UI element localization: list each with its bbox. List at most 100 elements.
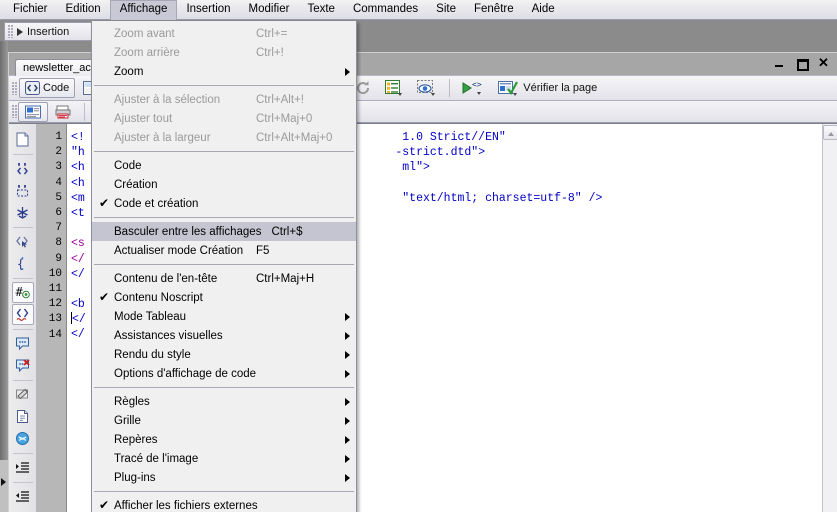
open-documents-icon[interactable] <box>12 129 34 150</box>
balance-braces-icon[interactable]: { } <box>12 253 34 274</box>
wrap-tag-icon[interactable] <box>12 384 34 405</box>
code-token: "h <box>71 146 85 160</box>
menu-item-label: Grille <box>114 414 141 427</box>
submenu-arrow-icon <box>345 332 350 340</box>
menu-item-zoom[interactable]: Zoom <box>92 62 356 81</box>
insert-bar[interactable]: Insertion <box>4 22 104 41</box>
menu-insertion[interactable]: Insertion <box>177 0 239 19</box>
menu-fichier[interactable]: Fichier <box>4 0 57 19</box>
highlight-invalid-code-icon[interactable] <box>11 304 34 325</box>
menu-item-actualiser-mode-creation[interactable]: Actualiser mode Création F5 <box>92 241 356 260</box>
indent-code-icon[interactable] <box>12 457 34 478</box>
vertical-scrollbar[interactable] <box>822 124 837 512</box>
check-page-button[interactable]: Vérifier la page <box>492 78 603 98</box>
coding-toolbar-separator <box>12 227 33 228</box>
code-token: 1.0 Strict//EN" <box>402 131 506 144</box>
submenu-arrow-icon <box>345 68 350 76</box>
collapse-full-tag-icon[interactable] <box>12 158 34 179</box>
menu-aide[interactable]: Aide <box>523 0 564 19</box>
move-to-css-icon[interactable] <box>12 428 34 449</box>
menu-item-code-et-creation[interactable]: ✔ Code et création <box>92 194 356 213</box>
submenu-arrow-icon <box>345 370 350 378</box>
menu-item-rendu-du-style[interactable]: Rendu du style <box>92 345 356 364</box>
line-number: 3 <box>55 161 62 174</box>
print-code-button[interactable] <box>49 102 79 122</box>
line-number-gutter: 1 2 3 4 5 6 7 8 9 10 11 12 13 14 <box>37 124 67 512</box>
line-number: 5 <box>55 191 62 204</box>
document-tab[interactable]: newsletter_act <box>15 59 101 76</box>
menu-item-options-daffichage-de-code[interactable]: Options d'affichage de code <box>92 364 356 383</box>
expand-all-icon[interactable] <box>12 202 34 223</box>
maximize-icon[interactable] <box>795 56 809 71</box>
menu-item-label: Ajuster tout <box>114 112 173 125</box>
menu-item-trace-de-limage[interactable]: Tracé de l'image <box>92 449 356 468</box>
select-parent-tag-icon[interactable] <box>12 231 34 252</box>
menu-item-plug-ins[interactable]: Plug-ins <box>92 468 356 487</box>
line-number: 8 <box>55 237 62 250</box>
menu-item-creation[interactable]: Création <box>92 175 356 194</box>
menu-item-assistances-visuelles[interactable]: Assistances visuelles <box>92 326 356 345</box>
coding-toolbar-separator <box>12 380 33 381</box>
panel-expand-arrow-icon[interactable] <box>1 478 6 486</box>
menu-commandes[interactable]: Commandes <box>344 0 427 19</box>
outdent-code-icon[interactable] <box>12 486 34 507</box>
menu-item-shortcut: Ctrl+Maj+0 <box>256 112 313 125</box>
code-token: -strict.dtd"> <box>395 146 486 160</box>
svg-text:{ }: { } <box>17 257 30 271</box>
view-options-button[interactable] <box>379 78 409 98</box>
code-view-button[interactable]: Code <box>19 78 76 98</box>
menu-item-mode-tableau[interactable]: Mode Tableau <box>92 307 356 326</box>
document-toolbar-gripper[interactable] <box>12 81 17 95</box>
new-document-button[interactable] <box>18 101 48 122</box>
menu-item-regles[interactable]: Règles <box>92 392 356 411</box>
insert-bar-gripper[interactable] <box>8 25 13 38</box>
menu-item-label: Zoom arrière <box>114 46 180 59</box>
expand-arrow-icon[interactable] <box>17 27 23 36</box>
print-code-icon <box>55 105 71 118</box>
menu-item-label: Options d'affichage de code <box>114 367 257 380</box>
recent-snippets-icon[interactable] <box>12 406 34 427</box>
menu-item-label: Zoom avant <box>114 27 175 40</box>
code-token: <m <box>71 191 85 205</box>
menu-item-contenu-de-len-tete[interactable]: Contenu de l'en-tête Ctrl+Maj+H <box>92 269 356 288</box>
visual-aids-button[interactable] <box>411 78 443 98</box>
checkmark-icon: ✔ <box>99 196 110 210</box>
line-number: 9 <box>55 252 62 265</box>
menu-item-code[interactable]: Code <box>92 156 356 175</box>
menu-item-shortcut: Ctrl+! <box>256 46 284 59</box>
close-icon[interactable]: ✕ <box>817 56 830 69</box>
menu-site[interactable]: Site <box>427 0 465 19</box>
code-token: </ <box>71 267 85 281</box>
menu-item-label: Contenu de l'en-tête <box>114 272 218 285</box>
standard-toolbar-gripper[interactable] <box>12 105 17 118</box>
submenu-arrow-icon <box>345 417 350 425</box>
code-token: </ <box>71 328 85 342</box>
menu-item-label: Code <box>114 159 142 172</box>
line-number: 13 <box>48 313 62 326</box>
menu-fentre[interactable]: Fenêtre <box>465 0 523 19</box>
eye-icon <box>417 80 436 96</box>
menu-texte[interactable]: Texte <box>298 0 344 19</box>
menu-item-reperes[interactable]: Repères <box>92 430 356 449</box>
menu-item-contenu-noscript[interactable]: ✔ Contenu Noscript <box>92 288 356 307</box>
code-token: "text/html; charset=utf-8" /> <box>402 191 603 205</box>
line-numbers-icon[interactable]: # <box>11 282 34 303</box>
svg-text:<>: <> <box>472 80 482 89</box>
collapse-selection-icon[interactable] <box>12 180 34 201</box>
remove-comment-icon[interactable] <box>12 355 34 376</box>
menu-item-ajuster-a-la-largeur: Ajuster à la largeur Ctrl+Alt+Maj+0 <box>92 128 356 147</box>
menu-item-afficher-les-fichiers-externes[interactable]: ✔ Afficher les fichiers externes <box>92 496 356 512</box>
menu-modifier[interactable]: Modifier <box>240 0 299 19</box>
menu-edition[interactable]: Edition <box>57 0 110 19</box>
menu-item-label: Actualiser mode Création <box>114 244 244 257</box>
validate-markup-button[interactable]: <> <box>456 78 490 98</box>
menu-affichage[interactable]: Affichage <box>109 0 178 20</box>
panel-collapse-handle[interactable] <box>0 460 8 512</box>
menu-separator <box>94 264 354 265</box>
line-number: 11 <box>48 283 62 296</box>
minimize-icon[interactable] <box>773 56 786 69</box>
menu-item-basculer-entre-les-affichages[interactable]: Basculer entre les affichages Ctrl+$ <box>92 222 356 241</box>
scroll-up-arrow-icon[interactable] <box>823 125 837 140</box>
apply-comment-icon[interactable] <box>12 333 34 354</box>
menu-item-grille[interactable]: Grille <box>92 411 356 430</box>
